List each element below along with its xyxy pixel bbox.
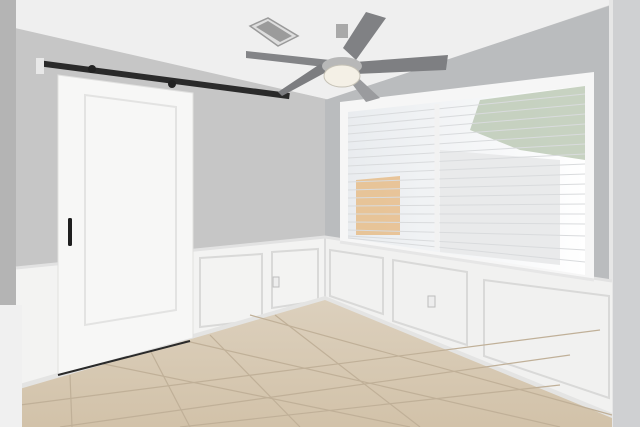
outlet-icon — [427, 295, 436, 308]
room-scene — [0, 0, 640, 427]
outlet-icon — [272, 276, 280, 288]
edge-wall-right — [612, 0, 640, 427]
door-trim — [0, 305, 22, 427]
barn-door[interactable] — [57, 74, 194, 376]
door-handle-icon[interactable] — [68, 218, 72, 246]
